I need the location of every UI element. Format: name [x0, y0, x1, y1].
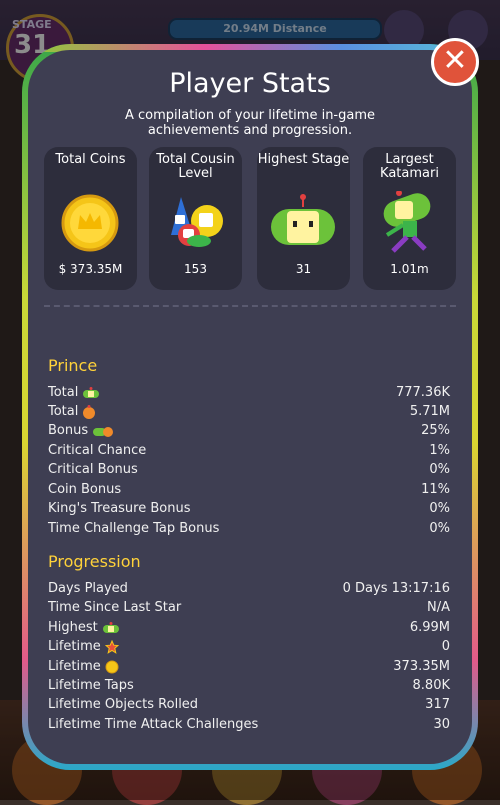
green-prince-icon: [83, 386, 100, 398]
stat-label: Lifetime Time Attack Challenges: [48, 717, 259, 732]
stat-row: King's Treasure Bonus 0%: [48, 501, 450, 520]
stat-value: 11%: [421, 482, 450, 497]
stat-row: Total 5.71M: [48, 404, 450, 423]
section-divider: [44, 305, 456, 307]
stat-row: Lifetime Taps 8.80K: [48, 678, 450, 697]
stat-row: Coin Bonus 11%: [48, 482, 450, 501]
stat-card-total-cousin-level: Total Cousin Level 153: [149, 147, 242, 290]
stat-card-highest-stage: Highest Stage 31: [257, 147, 350, 290]
card-value: 31: [295, 262, 312, 276]
stat-label: Time Since Last Star: [48, 600, 182, 615]
stat-value: 0 Days 13:17:16: [342, 581, 450, 596]
stat-row: Lifetime 0: [48, 639, 450, 658]
stat-label: Coin Bonus: [48, 482, 122, 497]
stat-row: Total 777.36K: [48, 385, 450, 404]
stat-label: King's Treasure Bonus: [48, 501, 191, 516]
card-title: Largest Katamari: [380, 152, 439, 181]
stat-value: 8.80K: [412, 678, 450, 693]
coin-icon: [105, 660, 119, 673]
stat-row: Lifetime Objects Rolled 317: [48, 697, 450, 716]
stat-row: Critical Chance 1%: [48, 443, 450, 462]
stat-card-total-coins: Total Coins $ 373.35M: [44, 147, 137, 290]
card-title: Total Cousin Level: [156, 152, 235, 181]
close-button[interactable]: ✕: [431, 38, 479, 86]
stat-row: Time Since Last Star N/A: [48, 600, 450, 619]
stat-label: Bonus: [48, 423, 114, 438]
bonus-princes-icon: [93, 426, 114, 437]
orange-prince-icon: [83, 404, 96, 419]
stat-label: Lifetime: [48, 659, 119, 674]
stat-label: Total: [48, 404, 96, 419]
stat-value: 30: [433, 717, 450, 732]
stat-row: Lifetime Time Attack Challenges 30: [48, 717, 450, 736]
stat-value: N/A: [427, 600, 450, 615]
stat-value: 373.35M: [393, 659, 450, 674]
stat-row: Critical Bonus 0%: [48, 462, 450, 481]
stat-value: 6.99M: [409, 620, 450, 635]
stat-label: Critical Chance: [48, 443, 147, 458]
page-subtitle: A compilation of your lifetime in-game a…: [124, 108, 375, 138]
card-value: 153: [184, 262, 207, 276]
prince-icon: [271, 194, 335, 245]
player-stats-panel: Player Stats A compilation of your lifet…: [28, 50, 472, 764]
stat-value: 317: [425, 697, 450, 712]
stat-row: Lifetime 373.35M: [48, 659, 450, 678]
rolling-prince-icon: [383, 191, 431, 253]
stat-value: 1%: [429, 443, 450, 458]
stat-label: Lifetime Objects Rolled: [48, 697, 199, 712]
stat-label: Lifetime Taps: [48, 678, 134, 693]
card-title: Total Coins: [55, 152, 126, 167]
stat-label: Time Challenge Tap Bonus: [48, 521, 220, 536]
page-title: Player Stats: [169, 68, 331, 99]
green-prince-icon: [102, 621, 119, 633]
card-value: $ 373.35M: [58, 262, 123, 276]
stat-value: 0: [441, 639, 450, 654]
prince-section-heading: Prince: [48, 356, 98, 375]
stat-row: Bonus 25%: [48, 423, 450, 442]
stat-value: 0%: [429, 462, 450, 477]
stat-value: 25%: [421, 423, 450, 438]
star-icon: [104, 639, 119, 654]
stat-row: Days Played 0 Days 13:17:16: [48, 581, 450, 600]
cousins-icon: [171, 197, 223, 247]
stat-card-largest-katamari: Largest Katamari 1.01m: [363, 147, 456, 290]
stat-value: 0%: [429, 521, 450, 536]
progression-section-heading: Progression: [48, 552, 141, 571]
stat-value: 5.71M: [409, 404, 450, 419]
card-value: 1.01m: [390, 262, 429, 276]
stat-label: Critical Bonus: [48, 462, 138, 477]
stat-label: Lifetime: [48, 639, 119, 654]
stat-value: 777.36K: [395, 385, 450, 400]
gold-coin-icon: [61, 194, 119, 252]
stat-label: Days Played: [48, 581, 128, 596]
stat-label: Highest: [48, 620, 120, 635]
stat-row: Time Challenge Tap Bonus 0%: [48, 521, 450, 540]
stat-row: Highest 6.99M: [48, 620, 450, 639]
stat-label: Total: [48, 385, 100, 400]
stat-value: 0%: [429, 501, 450, 516]
card-title: Highest Stage: [257, 152, 350, 167]
